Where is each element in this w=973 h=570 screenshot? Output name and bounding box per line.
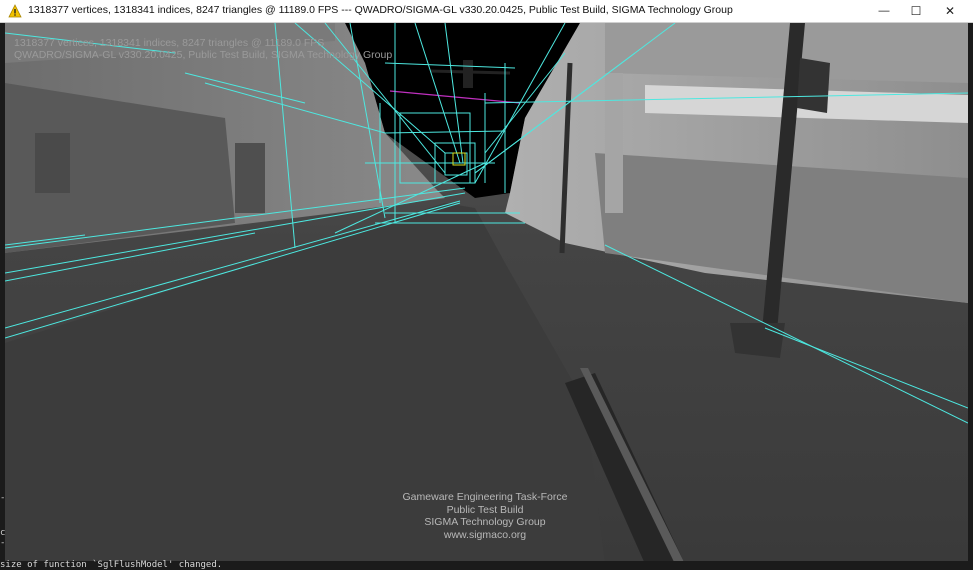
maximize-icon: ☐ [910,4,922,18]
watermark-line: Gameware Engineering Task-Force [402,491,568,503]
watermark-link[interactable]: www.sigmaco.org [335,529,635,542]
right-console-strip [968,23,973,570]
stats-overlay: 1318377 vertices, 1318341 indices, 8247 … [14,37,325,49]
watermark-line: SIGMA Technology Group [424,516,546,528]
title-bar[interactable]: 1318377 vertices, 1318341 indices, 8247 … [0,0,973,23]
distant-traffic-light [463,60,473,88]
warning-triangle-icon [8,4,22,18]
maximize-button[interactable]: ☐ [899,0,933,22]
close-icon: ✕ [944,4,956,18]
signal-arm [429,69,511,75]
left-window [235,143,265,213]
console-output: size of function `SglFlushModel' changed… [0,561,973,570]
render-viewport[interactable]: 1318377 vertices, 1318341 indices, 8247 … [5,23,968,564]
scene-render [5,23,968,564]
application-window: 1318377 vertices, 1318341 indices, 8247 … [0,0,973,570]
right-pillar [605,73,623,213]
watermark-line: Public Test Build [446,503,524,516]
minimize-button[interactable]: — [867,0,901,22]
watermark: Gameware Engineering Task-Force Public T… [335,491,635,541]
traffic-light [797,58,830,113]
renderer-overlay: QWADRO/SIGMA-GL v330.20.0425, Public Tes… [14,49,393,61]
pole-base [730,323,785,358]
left-window [35,133,70,193]
close-button[interactable]: ✕ [933,0,967,22]
minimize-icon: — [878,5,890,17]
window-title: 1318377 vertices, 1318341 indices, 8247 … [28,4,733,16]
